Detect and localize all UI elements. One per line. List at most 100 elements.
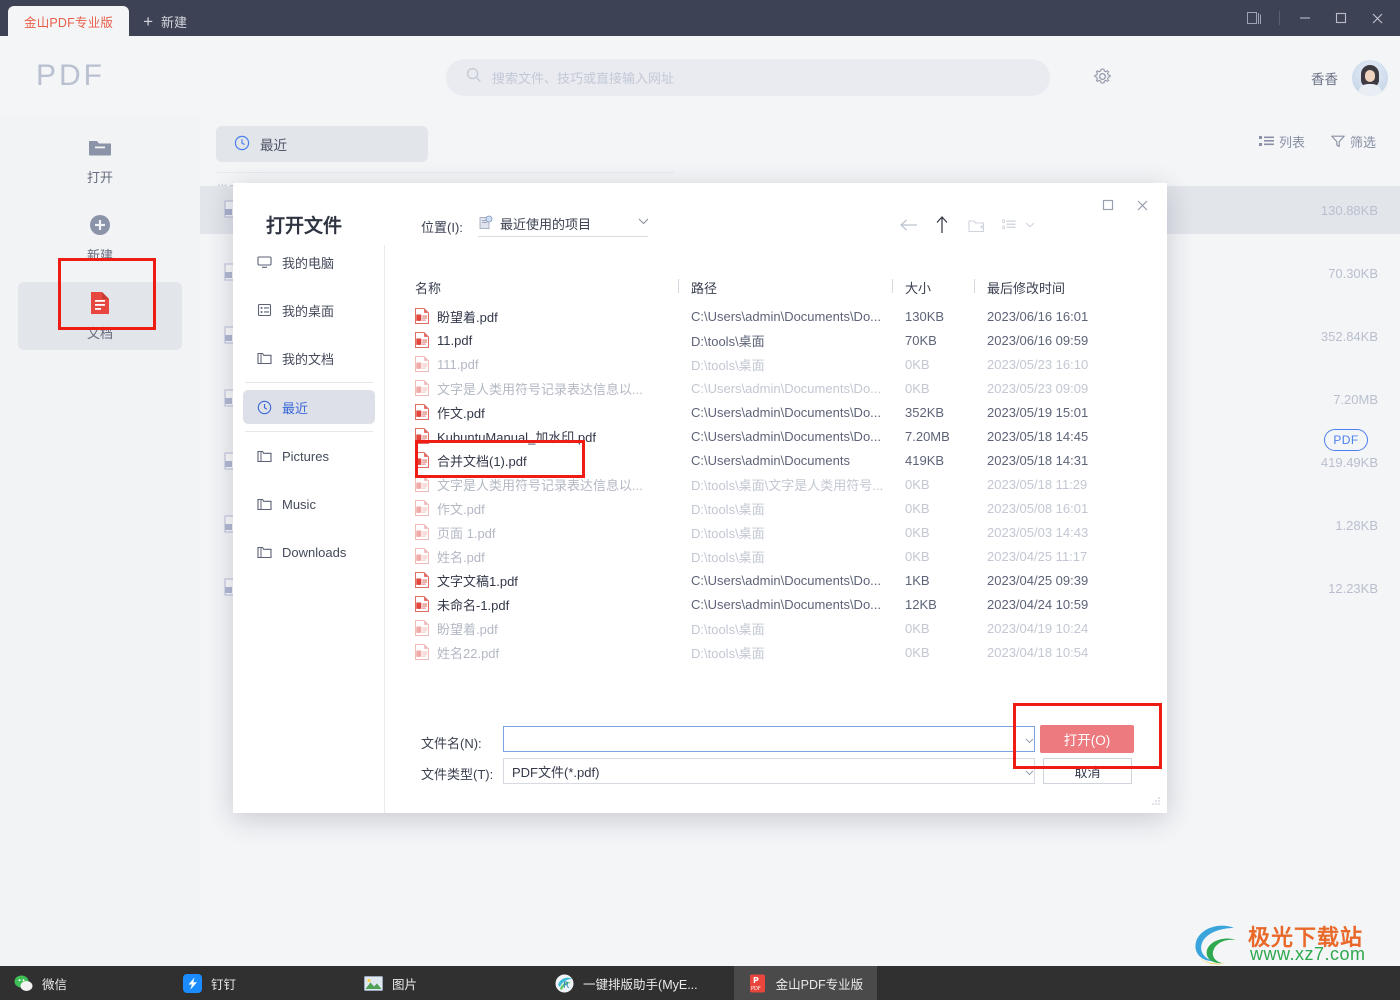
- file-row[interactable]: 姓名22.pdf D:\tools\桌面 0KB 2023/04/18 10:54: [415, 640, 1155, 664]
- column-header-name[interactable]: 名称: [415, 278, 691, 297]
- column-header-path[interactable]: 路径: [678, 278, 905, 297]
- file-row[interactable]: 页面 1.pdf D:\tools\桌面 0KB 2023/05/03 14:43: [415, 520, 1155, 544]
- file-row[interactable]: 文字是人类用符号记录表达信息以... C:\Users\admin\Documen…: [415, 376, 1155, 400]
- avatar[interactable]: [1352, 60, 1388, 96]
- recent-file-size: 352.84KB: [1320, 328, 1378, 344]
- filename-input[interactable]: [503, 726, 1035, 752]
- app-logo: PDF: [36, 59, 105, 92]
- close-icon[interactable]: [1360, 3, 1394, 33]
- file-name: 文字文稿1.pdf: [437, 573, 518, 589]
- up-arrow-icon[interactable]: [929, 213, 955, 237]
- location-select[interactable]: 最近使用的项目: [478, 211, 648, 237]
- sidebar-item-open[interactable]: 打开: [18, 126, 182, 194]
- file-path: C:\Users\admin\Documents: [691, 452, 850, 468]
- pdf-file-icon: [415, 596, 429, 612]
- file-table-header: 名称 路径 大小 最后修改时间: [415, 278, 1155, 304]
- sidebar-item-new[interactable]: 新建: [18, 204, 182, 272]
- filetype-select[interactable]: PDF文件(*.pdf): [503, 758, 1035, 784]
- filename-dropdown-icon[interactable]: [1025, 735, 1034, 747]
- file-row[interactable]: 姓名.pdf D:\tools\桌面 0KB 2023/04/25 11:17: [415, 544, 1155, 568]
- file-row[interactable]: 合并文档(1).pdf C:\Users\admin\Documents 419KB…: [415, 448, 1155, 472]
- file-row[interactable]: 作文.pdf C:\Users\admin\Documents\Do... 352K…: [415, 400, 1155, 424]
- file-row[interactable]: 文字是人类用符号记录表达信息以... D:\tools\桌面\文字是人类用符号..…: [415, 472, 1155, 496]
- file-size: 7.20MB: [905, 428, 950, 444]
- clock-icon: [257, 400, 272, 415]
- dingtalk-icon: [183, 973, 203, 993]
- computer-icon: [257, 255, 272, 270]
- file-table: 名称 路径 大小 最后修改时间 盼望着.pdf C:\Users\admin\Do…: [415, 278, 1155, 664]
- search-input[interactable]: 搜索文件、技巧或直接输入网址: [446, 59, 1050, 96]
- file-path: C:\Users\admin\Documents\Do...: [691, 596, 882, 612]
- avatar-face: [1365, 70, 1375, 82]
- file-name: 盼望着.pdf: [437, 621, 498, 637]
- pdf-file-icon: [415, 380, 429, 396]
- chevron-down-icon[interactable]: [638, 216, 649, 228]
- tab-kingsoft-pdf[interactable]: 金山PDF专业版: [8, 6, 130, 36]
- dialog-close-icon[interactable]: [1127, 191, 1157, 219]
- file-row[interactable]: 111.pdf D:\tools\桌面 0KB 2023/05/23 16:10: [415, 352, 1155, 376]
- open-button[interactable]: 打开(O): [1040, 725, 1134, 753]
- dialog-sidebar-item-my-documents[interactable]: 我的文档: [243, 341, 375, 375]
- taskbar-item-kingsoft-pdf[interactable]: P PDF 金山PDF专业版: [733, 966, 878, 1000]
- tab-list-icon[interactable]: [1237, 3, 1271, 33]
- dialog-sidebar-item-my-computer[interactable]: 我的电脑: [243, 245, 375, 279]
- sidebar-item-document[interactable]: 文档: [18, 282, 182, 350]
- file-row[interactable]: 未命名-1.pdf C:\Users\admin\Documents\Do... 1…: [415, 592, 1155, 616]
- dialog-maximize-icon[interactable]: [1093, 191, 1123, 219]
- file-row[interactable]: 盼望着.pdf C:\Users\admin\Documents\Do... 130…: [415, 304, 1155, 328]
- minimize-icon[interactable]: [1288, 3, 1322, 33]
- dialog-sidebar-item-pictures[interactable]: Pictures: [243, 439, 375, 473]
- pdf-file-icon: [415, 428, 429, 444]
- maximize-icon[interactable]: [1324, 3, 1358, 33]
- filetype-dropdown-icon[interactable]: [1025, 767, 1034, 779]
- recent-file-size: 7.20MB: [1333, 391, 1378, 407]
- back-arrow-icon[interactable]: [896, 213, 922, 237]
- file-modified-time: 2023/05/03 14:43: [987, 524, 1089, 540]
- file-row[interactable]: 文字文稿1.pdf C:\Users\admin\Documents\Do... 1…: [415, 568, 1155, 592]
- file-row[interactable]: 盼望着.pdf D:\tools\桌面 0KB 2023/04/19 10:24: [415, 616, 1155, 640]
- filter-icon: [1331, 135, 1345, 148]
- pdf-file-icon: [415, 404, 429, 420]
- file-row[interactable]: 11.pdf D:\tools\桌面 70KB 2023/06/16 09:59: [415, 328, 1155, 352]
- dialog-sidebar-item-recent[interactable]: 最近: [243, 390, 375, 424]
- resize-grip-icon[interactable]: [1151, 796, 1161, 808]
- location-value: 最近使用的项目: [500, 217, 592, 232]
- filter-button[interactable]: 筛选: [1331, 132, 1376, 151]
- new-folder-icon[interactable]: [963, 213, 989, 237]
- pdf-file-icon: [415, 356, 429, 372]
- user-name[interactable]: 香香: [1311, 68, 1338, 88]
- dialog-sidebar-label: Pictures: [282, 448, 329, 464]
- taskbar-item-layout-helper[interactable]: R 一键排版助手(MyE...: [541, 966, 712, 1000]
- file-modified-time: 2023/05/19 15:01: [987, 404, 1089, 420]
- file-modified-time: 2023/05/23 16:10: [987, 356, 1089, 372]
- taskbar-item-photos[interactable]: 图片: [350, 966, 431, 1000]
- watermark-swirl-icon: [1195, 925, 1236, 965]
- location-label: 位置(I):: [421, 220, 463, 235]
- taskbar-item-wechat[interactable]: 微信: [0, 966, 81, 1000]
- list-view-label: 列表: [1278, 135, 1305, 150]
- tab-label: 金山PDF专业版: [24, 15, 114, 30]
- pdf-file-icon: [415, 524, 429, 540]
- recent-tab[interactable]: 最近: [216, 126, 428, 162]
- file-path: D:\tools\桌面: [691, 645, 765, 661]
- dialog-sidebar-item-my-desktop[interactable]: 我的桌面: [243, 293, 375, 327]
- new-tab-button[interactable]: + 新建: [129, 6, 201, 36]
- file-row[interactable]: KubuntuManual_加水印.pdf C:\Users\admin\Docu…: [415, 424, 1155, 448]
- view-mode-chevron-icon[interactable]: [1017, 213, 1043, 237]
- file-modified-time: 2023/06/16 09:59: [987, 332, 1089, 348]
- taskbar-item-dingtalk[interactable]: 钉钉: [169, 966, 250, 1000]
- list-view-button[interactable]: 列表: [1258, 132, 1305, 151]
- pdf-filter-badge[interactable]: PDF: [1324, 429, 1368, 451]
- cancel-button[interactable]: 取消: [1043, 758, 1132, 784]
- file-row[interactable]: 作文.pdf D:\tools\桌面 0KB 2023/05/08 16:01: [415, 496, 1155, 520]
- dialog-sidebar-item-music[interactable]: Music: [243, 487, 375, 521]
- search-icon: [466, 67, 482, 88]
- content-divider: [216, 172, 674, 173]
- gear-icon[interactable]: [1093, 67, 1112, 91]
- file-size: 0KB: [905, 644, 930, 660]
- file-size: 0KB: [905, 620, 930, 636]
- dialog-sidebar-item-downloads[interactable]: Downloads: [243, 535, 375, 569]
- sidebar-item-new-label: 新建: [86, 247, 113, 263]
- file-modified-time: 2023/04/25 09:39: [987, 572, 1089, 588]
- column-header-time[interactable]: 最后修改时间: [974, 278, 1155, 297]
